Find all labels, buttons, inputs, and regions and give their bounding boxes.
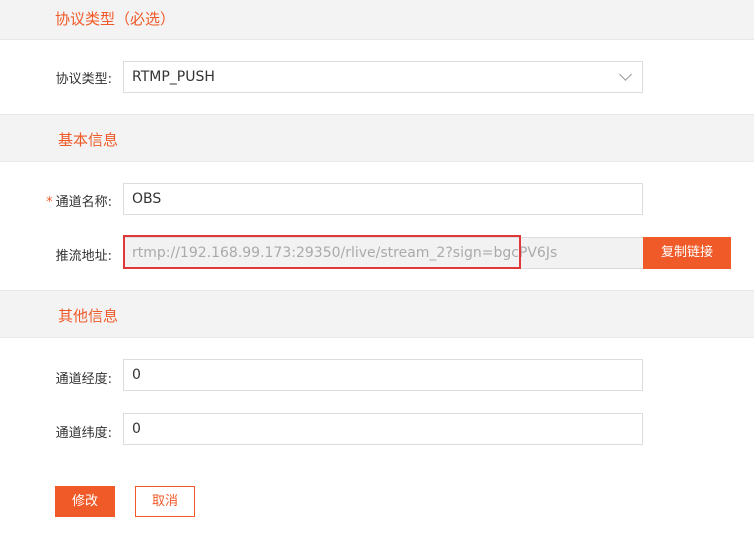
section-title-other: 其他信息 xyxy=(58,307,119,325)
protocol-type-select[interactable]: RTMP_PUSH xyxy=(123,61,643,93)
section-header-basic: 基本信息 xyxy=(0,114,754,162)
longitude-input[interactable] xyxy=(123,359,643,391)
latitude-input[interactable] xyxy=(123,413,643,445)
push-url-label: 推流地址: xyxy=(55,249,112,264)
section-title-protocol: 协议类型（必选） xyxy=(55,10,176,28)
protocol-type-value: RTMP_PUSH xyxy=(132,69,215,85)
push-url-value: rtmp://192.168.99.173:29350/rlive/stream… xyxy=(132,245,558,261)
protocol-type-label: 协议类型: xyxy=(55,72,112,87)
latitude-label: 通道纬度: xyxy=(55,426,112,441)
submit-button[interactable]: 修改 xyxy=(55,486,115,517)
required-mark: * xyxy=(46,195,53,210)
cancel-button[interactable]: 取消 xyxy=(135,486,195,517)
channel-name-label-text: 通道名称: xyxy=(55,195,112,210)
section-title-basic: 基本信息 xyxy=(58,131,119,149)
channel-name-input[interactable] xyxy=(123,183,643,215)
section-header-other: 其他信息 xyxy=(0,290,754,338)
channel-name-label: * 通道名称: xyxy=(0,191,112,210)
chevron-down-icon xyxy=(619,68,632,81)
copy-link-button[interactable]: 复制链接 xyxy=(643,237,731,269)
longitude-label: 通道经度: xyxy=(55,372,112,387)
section-header-protocol: 协议类型（必选） xyxy=(0,0,754,40)
push-url-field[interactable]: rtmp://192.168.99.173:29350/rlive/stream… xyxy=(123,237,645,269)
